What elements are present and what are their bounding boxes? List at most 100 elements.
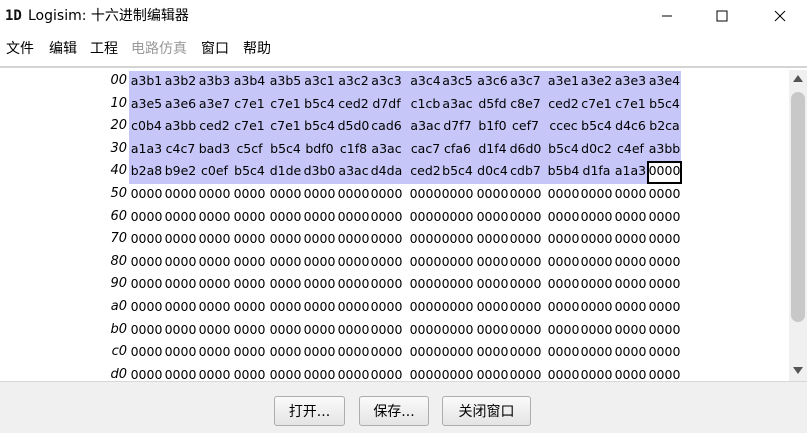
hex-cell[interactable]: 0000 xyxy=(580,341,613,363)
hex-cell[interactable]: d4c6 xyxy=(614,115,647,137)
hex-cell[interactable]: 0000 xyxy=(269,206,302,228)
hex-cell[interactable]: 0000 xyxy=(164,183,197,205)
hex-cell[interactable]: c7e1 xyxy=(580,93,613,115)
hex-cell[interactable]: b5c4 xyxy=(233,160,266,182)
hex-cell[interactable]: a3b4 xyxy=(233,70,266,92)
hex-cell[interactable]: 0000 xyxy=(370,228,403,250)
hex-cell[interactable]: 0000 xyxy=(648,341,681,363)
hex-cell[interactable]: 0000 xyxy=(303,273,336,295)
hex-cell[interactable]: 0000 xyxy=(164,206,197,228)
hex-cell[interactable]: 0000 xyxy=(509,341,542,363)
hex-cell[interactable]: 0000 xyxy=(269,296,302,318)
hex-cell[interactable]: 0000 xyxy=(580,364,613,381)
hex-cell[interactable]: a3c1 xyxy=(303,70,336,92)
hex-cell[interactable]: c7e1 xyxy=(269,115,302,137)
hex-cell[interactable]: ced2 xyxy=(198,115,231,137)
hex-cell[interactable]: c7e1 xyxy=(269,93,302,115)
hex-cell[interactable]: 0000 xyxy=(409,273,442,295)
hex-cell[interactable]: a3b1 xyxy=(130,70,163,92)
hex-cell[interactable]: 0000 xyxy=(164,228,197,250)
hex-cell[interactable]: 0000 xyxy=(409,228,442,250)
hex-cell[interactable]: c0ef xyxy=(198,160,231,182)
hex-cell[interactable]: d6d0 xyxy=(509,138,542,160)
hex-cell[interactable]: 0000 xyxy=(409,206,442,228)
hex-cell[interactable]: 0000 xyxy=(370,273,403,295)
hex-cell[interactable]: 0000 xyxy=(337,319,370,341)
hex-cell[interactable]: 0000 xyxy=(370,364,403,381)
hex-cell[interactable]: c7e1 xyxy=(614,93,647,115)
hex-cell[interactable]: 0000 xyxy=(648,228,681,250)
hex-cell[interactable]: 0000 xyxy=(130,273,163,295)
hex-cell[interactable]: a3e1 xyxy=(547,70,580,92)
hex-cell[interactable]: a3e7 xyxy=(198,93,231,115)
hex-cell[interactable]: 0000 xyxy=(441,319,474,341)
hex-cell[interactable]: c5cf xyxy=(233,138,266,160)
hex-cell[interactable]: 0000 xyxy=(303,296,336,318)
hex-cell[interactable]: a3b5 xyxy=(269,70,302,92)
hex-cell[interactable]: a3ac xyxy=(370,138,403,160)
hex-cell[interactable]: c4ef xyxy=(614,138,647,160)
hex-cell[interactable]: 0000 xyxy=(130,341,163,363)
hex-cell[interactable]: b5b4 xyxy=(547,160,580,182)
hex-cell[interactable]: a3bb xyxy=(164,115,197,137)
hex-cell[interactable]: 0000 xyxy=(648,319,681,341)
hex-cell[interactable]: 0000 xyxy=(370,183,403,205)
hex-cell[interactable]: 0000 xyxy=(130,319,163,341)
hex-cell[interactable]: 0000 xyxy=(547,251,580,273)
hex-cell[interactable]: 0000 xyxy=(370,319,403,341)
hex-cell[interactable]: 0000 xyxy=(130,296,163,318)
hex-cell[interactable]: 0000 xyxy=(547,183,580,205)
hex-cell[interactable]: 0000 xyxy=(303,251,336,273)
hex-cell[interactable]: 0000 xyxy=(303,364,336,381)
hex-cell[interactable]: b5c4 xyxy=(648,93,681,115)
hex-cell[interactable]: b1f0 xyxy=(476,115,509,137)
hex-cell[interactable]: 0000 xyxy=(509,319,542,341)
hex-cell[interactable]: 0000 xyxy=(233,296,266,318)
hex-cell[interactable]: a1a3 xyxy=(614,160,647,182)
hex-cell[interactable]: 0000 xyxy=(233,273,266,295)
hex-cell[interactable]: a3c6 xyxy=(476,70,509,92)
menu-edit[interactable]: 编辑 xyxy=(49,40,77,58)
hex-cell[interactable]: 0000 xyxy=(509,364,542,381)
hex-cell[interactable]: 0000 xyxy=(614,341,647,363)
hex-editor-grid[interactable]: 00 a3b1 a3b2 a3b3 a3b4 a3b5 a3c1 a3c2 a3c3 a3c4 a3… xyxy=(0,70,789,381)
hex-cell[interactable]: 0000 xyxy=(441,296,474,318)
hex-cell[interactable]: 0000 xyxy=(547,206,580,228)
hex-cell[interactable]: 0000 xyxy=(303,341,336,363)
menu-file[interactable]: 文件 xyxy=(6,40,34,58)
maximize-button[interactable] xyxy=(699,0,745,32)
hex-cell[interactable]: 0000 xyxy=(409,364,442,381)
hex-cell[interactable]: b5c4 xyxy=(269,138,302,160)
hex-cell[interactable]: b5c4 xyxy=(547,138,580,160)
hex-cell[interactable]: 0000 xyxy=(233,341,266,363)
hex-cell[interactable]: 0000 xyxy=(409,319,442,341)
hex-cell[interactable]: 0000 xyxy=(614,228,647,250)
hex-cell[interactable]: 0000 xyxy=(233,251,266,273)
hex-cell[interactable]: 0000 xyxy=(233,183,266,205)
scrollbar-thumb[interactable] xyxy=(791,92,805,322)
hex-cell[interactable]: d1f4 xyxy=(476,138,509,160)
hex-cell[interactable]: a3c3 xyxy=(370,70,403,92)
hex-cell[interactable]: b5c4 xyxy=(580,115,613,137)
hex-cell[interactable]: d5d0 xyxy=(337,115,370,137)
hex-cell[interactable]: a3e2 xyxy=(580,70,613,92)
hex-cell[interactable]: 0000 xyxy=(476,296,509,318)
hex-cell[interactable]: 0000 xyxy=(648,251,681,273)
hex-cell[interactable]: 0000 xyxy=(337,341,370,363)
hex-cell[interactable]: 0000 xyxy=(614,206,647,228)
hex-cell[interactable]: 0000 xyxy=(269,319,302,341)
hex-cell[interactable]: 0000 xyxy=(614,296,647,318)
hex-cell[interactable]: ccec xyxy=(547,115,580,137)
hex-cell[interactable]: 0000 xyxy=(303,183,336,205)
hex-cell[interactable]: 0000 xyxy=(648,183,681,205)
hex-cell[interactable]: 0000 xyxy=(303,206,336,228)
hex-cell[interactable]: 0000 xyxy=(441,228,474,250)
hex-cell[interactable]: 0000 xyxy=(198,364,231,381)
hex-cell[interactable]: 0000 xyxy=(337,228,370,250)
hex-cell[interactable]: 0000 xyxy=(164,296,197,318)
menu-window[interactable]: 窗口 xyxy=(201,40,229,58)
hex-cell[interactable]: 0000 xyxy=(509,251,542,273)
hex-cell[interactable]: 0000 xyxy=(370,341,403,363)
hex-cell[interactable]: 0000 xyxy=(547,364,580,381)
hex-cell[interactable]: a3ac xyxy=(337,160,370,182)
